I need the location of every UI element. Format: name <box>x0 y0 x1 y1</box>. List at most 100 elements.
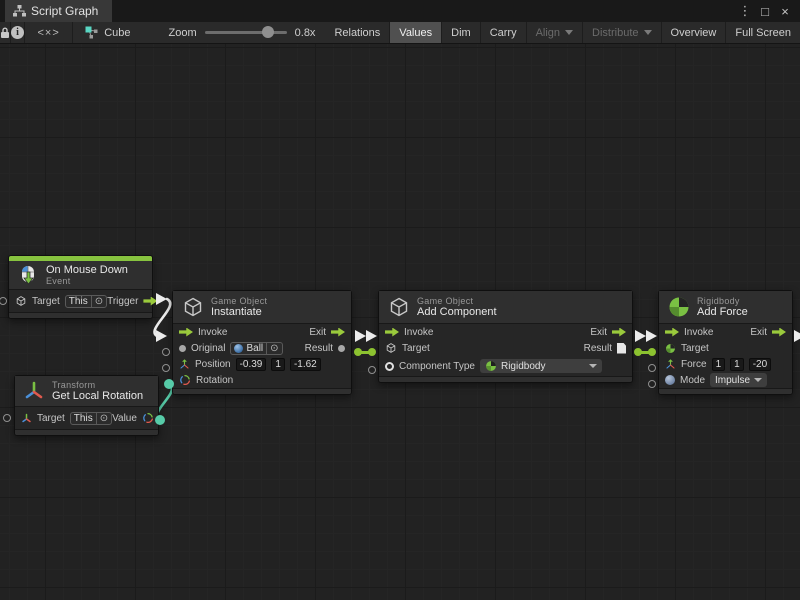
component-type-dropdown[interactable]: Rigidbody <box>480 359 602 373</box>
node-footer <box>15 429 158 435</box>
node-title: Get Local Rotation <box>52 390 143 402</box>
graph-selector[interactable]: Cube <box>73 22 142 43</box>
distribute-button[interactable]: Distribute <box>583 22 661 43</box>
rotation-icon <box>179 374 191 386</box>
target-port-label: Target <box>37 413 65 424</box>
exit-flow-arrow-icon[interactable] <box>772 328 786 337</box>
instantiate-exit-connector[interactable] <box>355 330 366 342</box>
object-picker-icon[interactable]: ⊙ <box>91 296 103 307</box>
object-picker-icon[interactable]: ⊙ <box>96 413 108 424</box>
node-on-mouse-down[interactable]: On Mouse Down Event Target This ⊙ <box>8 255 153 319</box>
lock-button[interactable] <box>0 22 11 43</box>
target-object-field[interactable]: This ⊙ <box>70 412 112 425</box>
dim-button[interactable]: Dim <box>442 22 481 43</box>
result-to-target-connection[interactable] <box>354 348 376 356</box>
trigger-output-connector[interactable] <box>156 293 167 305</box>
relations-button[interactable]: Relations <box>325 22 390 43</box>
toolbar: i <×> Cube Zoom 0.8x Relations Values Di… <box>0 22 800 44</box>
add-force-exit-connector[interactable] <box>794 330 800 342</box>
add-component-invoke-connector[interactable] <box>366 330 377 342</box>
node-subtitle: Game Object <box>417 296 497 306</box>
close-icon[interactable]: × <box>776 4 794 19</box>
instantiate-position-port[interactable] <box>162 364 170 372</box>
dim-label: Dim <box>451 27 471 39</box>
carry-label: Carry <box>490 27 517 39</box>
zoom-slider[interactable] <box>205 31 287 34</box>
node-add-component[interactable]: Game Object Add Component Invoke Exit Ta… <box>378 290 633 383</box>
invoke-flow-arrow-icon[interactable] <box>179 328 193 337</box>
node-instantiate[interactable]: Game Object Instantiate Invoke Exit Orig… <box>172 290 352 395</box>
component-result-icon[interactable] <box>617 343 626 354</box>
component-type-value: Rigidbody <box>501 361 545 372</box>
node-header: On Mouse Down Event <box>9 261 152 289</box>
add-component-exit-connector[interactable] <box>635 330 646 342</box>
script-graph-window: Script Graph ⋮ □ × i <×> <box>0 0 800 600</box>
object-picker-icon[interactable]: ⊙ <box>266 343 278 354</box>
node-footer <box>379 376 632 382</box>
on-mouse-down-target-port[interactable] <box>0 297 7 305</box>
zoom-to-fit-icon: <×> <box>37 27 59 39</box>
add-force-invoke-connector[interactable] <box>646 330 657 342</box>
original-object-field[interactable]: Ball ⊙ <box>230 342 282 355</box>
position-port-label: Position <box>195 359 231 370</box>
trigger-port-label: Trigger <box>107 296 138 307</box>
node-get-local-rotation[interactable]: Transform Get Local Rotation Target T <box>14 375 159 436</box>
original-port-icon[interactable] <box>179 345 186 352</box>
zoom-slider-handle[interactable] <box>262 26 274 38</box>
instantiate-original-port[interactable] <box>162 348 170 356</box>
result-port-icon[interactable] <box>338 345 345 352</box>
instantiate-rotation-connector[interactable] <box>164 379 174 389</box>
add-force-force-port[interactable] <box>648 364 656 372</box>
menu-icon[interactable]: ⋮ <box>736 3 754 19</box>
align-button[interactable]: Align <box>527 22 583 43</box>
overview-button[interactable]: Overview <box>662 22 727 43</box>
inspect-button[interactable]: i <box>11 22 25 43</box>
node-title: Instantiate <box>211 306 267 318</box>
exit-port-label: Exit <box>309 327 326 338</box>
values-button[interactable]: Values <box>390 22 442 43</box>
force-y-field[interactable]: 1 <box>730 358 744 371</box>
add-component-type-port[interactable] <box>368 366 376 374</box>
exit-flow-arrow-icon[interactable] <box>612 328 626 337</box>
force-port-label: Force <box>681 359 707 370</box>
node-header: Game Object Instantiate <box>173 291 351 323</box>
component-type-port-icon[interactable] <box>385 362 394 371</box>
invoke-flow-arrow-icon[interactable] <box>665 328 679 337</box>
mode-port-label: Mode <box>680 375 705 386</box>
instantiate-invoke-connector[interactable] <box>156 330 167 342</box>
position-y-field[interactable]: 1 <box>271 358 285 371</box>
maximize-icon[interactable]: □ <box>756 4 774 19</box>
position-z-field[interactable]: -1.62 <box>290 358 321 371</box>
node-subtitle: Rigidbody <box>697 296 748 306</box>
tab-script-graph[interactable]: Script Graph <box>5 0 112 22</box>
node-footer <box>9 312 152 318</box>
node-title: On Mouse Down <box>46 264 128 276</box>
mode-dropdown[interactable]: Impulse <box>710 373 767 387</box>
enum-icon <box>665 375 675 385</box>
add-force-mode-port[interactable] <box>648 380 656 388</box>
result-to-target-connection[interactable] <box>634 348 656 356</box>
relations-label: Relations <box>334 27 380 39</box>
node-add-force[interactable]: Rigidbody Add Force Invoke Exit <box>658 290 793 395</box>
transform-port-icon <box>21 413 32 424</box>
target-object-field[interactable]: This ⊙ <box>65 295 107 308</box>
dropdown-caret-icon <box>589 364 597 368</box>
graph-canvas[interactable]: On Mouse Down Event Target This ⊙ <box>0 44 800 600</box>
get-local-rotation-value-connector[interactable] <box>155 415 165 425</box>
rotation-icon <box>142 412 154 424</box>
force-x-field[interactable]: 1 <box>712 358 726 371</box>
carry-button[interactable]: Carry <box>481 22 527 43</box>
zoom-control: Zoom 0.8x <box>143 22 326 43</box>
invoke-port-label: Invoke <box>684 327 713 338</box>
fullscreen-button[interactable]: Full Screen <box>726 22 800 43</box>
position-x-field[interactable]: -0.39 <box>236 358 267 371</box>
zoom-to-fit-button[interactable]: <×> <box>25 22 73 43</box>
get-local-rotation-target-port[interactable] <box>3 414 11 422</box>
exit-flow-arrow-icon[interactable] <box>331 328 345 337</box>
rigidbody-icon <box>668 296 690 318</box>
game-object-icon <box>388 296 410 318</box>
force-z-field[interactable]: -20 <box>749 358 771 371</box>
node-subtitle: Event <box>46 276 128 286</box>
overview-label: Overview <box>671 27 717 39</box>
invoke-flow-arrow-icon[interactable] <box>385 328 399 337</box>
